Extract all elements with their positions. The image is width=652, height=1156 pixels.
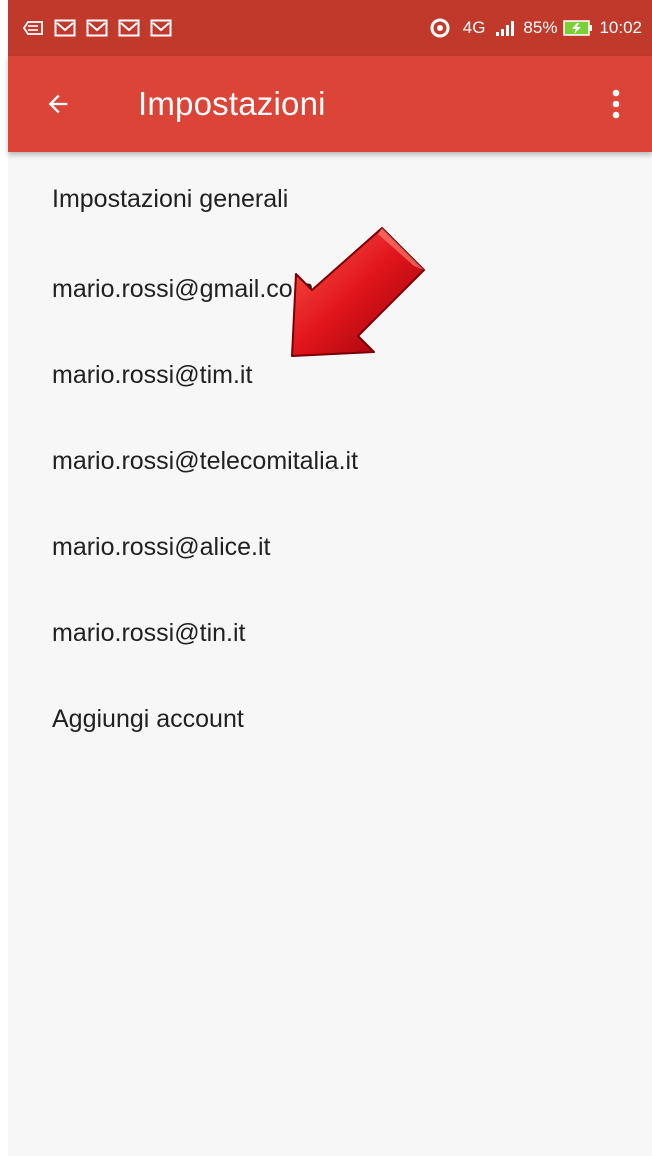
list-item-label: mario.rossi@tin.it: [52, 618, 246, 647]
overflow-menu-button[interactable]: [598, 76, 634, 132]
add-account-item[interactable]: Aggiungi account: [8, 676, 652, 762]
list-item-label: mario.rossi@telecomitalia.it: [52, 446, 359, 475]
arrow-back-icon: [48, 94, 68, 114]
back-button[interactable]: [30, 76, 86, 132]
account-item-tin[interactable]: mario.rossi@tin.it: [8, 590, 652, 676]
list-item-label: mario.rossi@alice.it: [52, 532, 271, 561]
gmail-icon: [150, 19, 172, 37]
account-item-alice[interactable]: mario.rossi@alice.it: [8, 504, 652, 590]
network-type: 4G: [462, 18, 486, 37]
list-item-label: Aggiungi account: [52, 704, 244, 733]
red-arrow-icon: [291, 227, 425, 357]
left-edge: [0, 0, 8, 1156]
gmail-icon: [54, 19, 76, 37]
list-item-label: mario.rossi@gmail.com: [52, 274, 314, 303]
email-icon: [22, 21, 43, 35]
battery-level: 85%: [523, 18, 558, 37]
notification-icons: [22, 19, 172, 37]
list-item-label: mario.rossi@tim.it: [52, 360, 253, 389]
page-title: Impostazioni: [138, 85, 326, 122]
status-bar: 4G 85% 10:02: [8, 0, 652, 56]
account-item-telecomitalia[interactable]: mario.rossi@telecomitalia.it: [8, 418, 652, 504]
system-status: 4G 85% 10:02: [429, 17, 642, 39]
clock: 10:02: [599, 18, 642, 37]
signal-icon: [496, 21, 515, 36]
battery-charging-icon: [563, 20, 593, 36]
app-bar: Impostazioni: [8, 56, 652, 152]
more-vert-icon: [612, 89, 620, 119]
gmail-icon: [86, 19, 108, 37]
settings-screen: 4G 85% 10:02 Impostazioni Impostazioni g…: [0, 0, 652, 1156]
gmail-icon: [118, 19, 140, 37]
list-item-label: Impostazioni generali: [52, 184, 289, 213]
sync-icon: [430, 18, 450, 38]
